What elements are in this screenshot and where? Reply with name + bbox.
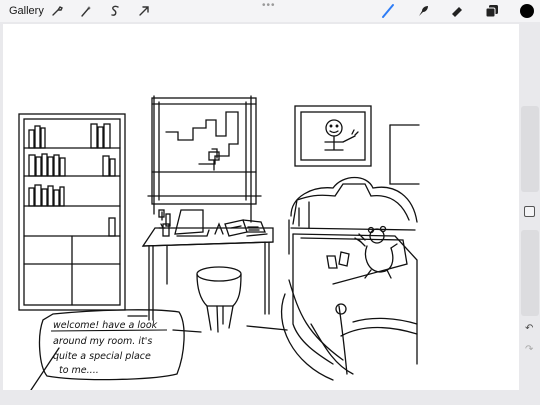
drag-handle[interactable]: ••• xyxy=(262,0,276,11)
room-sketch: welcome! have a look around my room. it'… xyxy=(18,95,420,390)
handwritten-note: welcome! have a look around my room. it'… xyxy=(53,320,158,376)
redo-icon[interactable]: ↷ xyxy=(525,344,533,355)
drawing-canvas[interactable]: welcome! have a look around my room. it'… xyxy=(3,24,519,390)
top-toolbar: Gallery ••• xyxy=(0,0,540,22)
stool-drawing xyxy=(196,266,242,333)
layers-icon[interactable] xyxy=(484,3,500,19)
note-line-1: welcome! have a look xyxy=(53,320,158,331)
selection-icon[interactable] xyxy=(108,4,122,18)
window-drawing xyxy=(147,95,262,223)
desk-drawing xyxy=(141,209,274,321)
opacity-slider[interactable] xyxy=(521,230,539,316)
brush-icon[interactable] xyxy=(380,3,396,19)
magic-wand-icon[interactable] xyxy=(79,4,93,18)
note-line-4: to me.... xyxy=(59,365,99,376)
bookshelf-drawing xyxy=(18,113,126,311)
wrench-icon[interactable] xyxy=(50,4,64,18)
note-line-2: around my room. it's xyxy=(53,336,152,347)
bed-drawing xyxy=(280,176,418,381)
note-line-3: quite a special place xyxy=(53,351,151,362)
transform-icon[interactable] xyxy=(137,4,151,18)
brush-size-slider[interactable] xyxy=(521,106,539,192)
modify-button[interactable] xyxy=(524,206,535,217)
gallery-button[interactable]: Gallery xyxy=(9,5,44,17)
undo-icon[interactable]: ↶ xyxy=(525,323,533,334)
eraser-icon[interactable] xyxy=(449,3,465,19)
color-swatch[interactable] xyxy=(519,3,535,19)
door-drawing xyxy=(389,124,420,185)
framed-picture-drawing xyxy=(294,105,372,167)
smudge-icon[interactable] xyxy=(415,3,431,19)
